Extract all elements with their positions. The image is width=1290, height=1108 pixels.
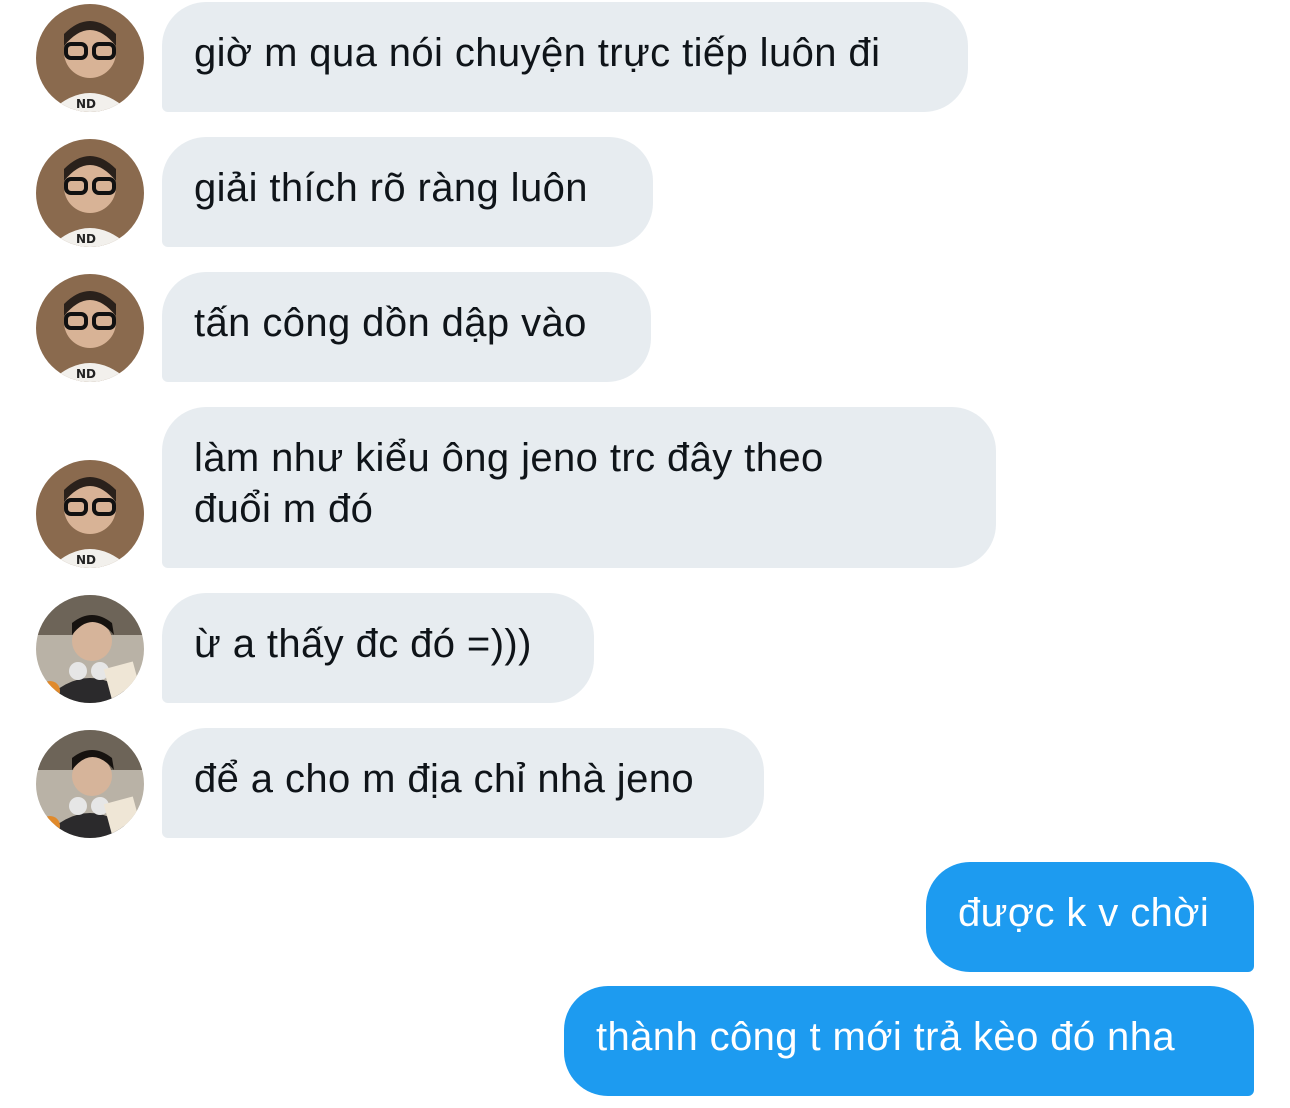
avatar-dark-hoodie-icon[interactable] — [36, 595, 144, 703]
message-bubble[interactable]: làm như kiểu ông jeno trc đây theo đuổi … — [162, 407, 996, 568]
svg-text:ND: ND — [76, 232, 96, 246]
avatar-dark-hoodie-icon[interactable] — [36, 730, 144, 838]
svg-text:ND: ND — [76, 553, 96, 567]
message-bubble-outgoing[interactable]: thành công t mới trả kèo đó nha — [564, 986, 1254, 1096]
message-bubble[interactable]: ừ a thấy đc đó =))) — [162, 593, 594, 703]
message-bubble-outgoing[interactable]: được k v chời — [926, 862, 1254, 972]
message-bubble[interactable]: giải thích rõ ràng luôn — [162, 137, 653, 247]
message-bubble[interactable]: giờ m qua nói chuyện trực tiếp luôn đi — [162, 2, 968, 112]
avatar-glasses-icon[interactable]: ND — [36, 460, 144, 568]
avatar-glasses-icon[interactable]: ND — [36, 274, 144, 382]
svg-text:ND: ND — [76, 367, 96, 381]
message-bubble[interactable]: để a cho m địa chỉ nhà jeno — [162, 728, 764, 838]
svg-text:ND: ND — [76, 97, 96, 111]
avatar-glasses-icon[interactable]: ND — [36, 139, 144, 247]
avatar-glasses-icon[interactable]: ND — [36, 4, 144, 112]
message-bubble[interactable]: tấn công dồn dập vào — [162, 272, 651, 382]
